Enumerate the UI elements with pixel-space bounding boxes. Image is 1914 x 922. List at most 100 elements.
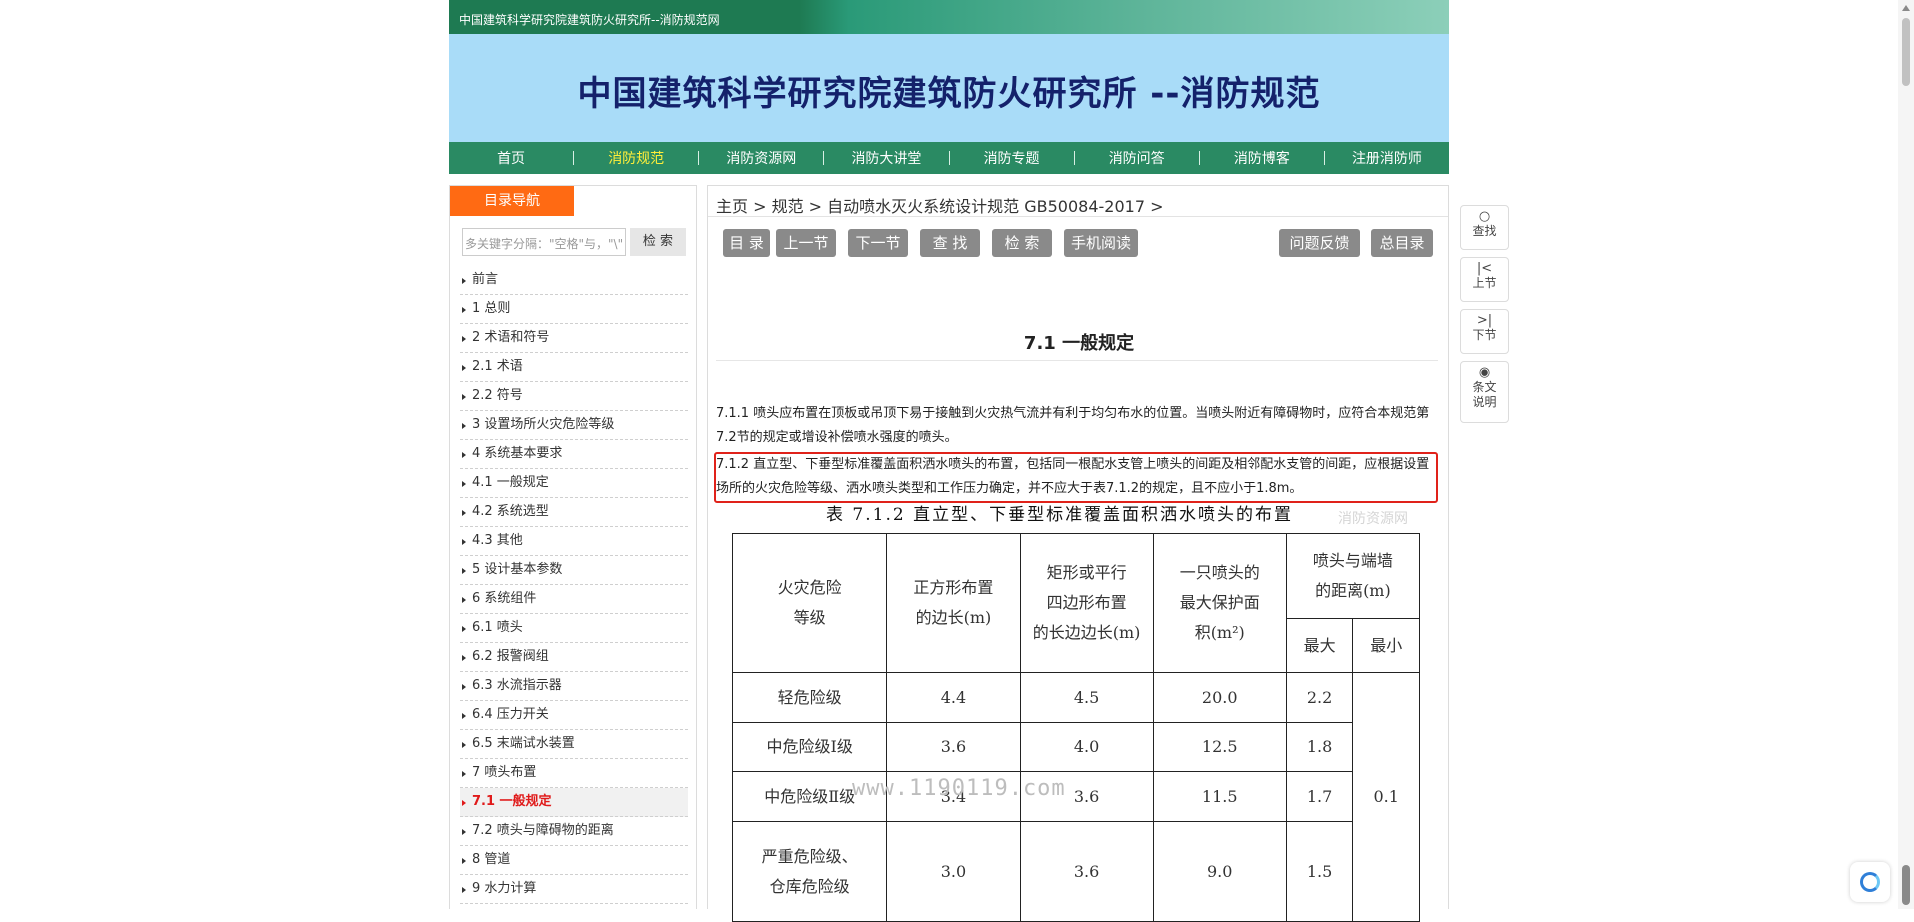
sidebar-item[interactable]: 6.1 喷头	[460, 614, 688, 643]
search-icon: ○	[1478, 209, 1491, 224]
sidebar: 目录导航 多关键字分隔："空格"与，"\" 检 索 前言 1 总则 2 术语和符…	[449, 185, 697, 909]
catalog-button[interactable]: 目 录	[723, 229, 770, 257]
sidebar-item[interactable]: 7 喷头布置	[460, 759, 688, 788]
scroll-up-arrow-icon[interactable]	[1902, 5, 1910, 11]
cell-area: 9.0	[1152, 821, 1287, 922]
next-section-button[interactable]: 下一节	[848, 229, 908, 257]
nav-item-topics[interactable]: 消防专题	[950, 148, 1074, 168]
floating-assistant-icon[interactable]	[1850, 862, 1890, 902]
sidebar-item[interactable]: 9 水力计算	[460, 875, 688, 904]
header-area: 一只喷头的 最大保护面 积(m²)	[1152, 533, 1287, 673]
sidebar-item[interactable]: 6.3 水流指示器	[460, 672, 688, 701]
header-wall-distance: 喷头与端墙 的距离(m)	[1285, 533, 1421, 619]
cell-square: 3.0	[886, 821, 1021, 922]
table-row: 严重危险级、 仓库危险级 3.0 3.6 9.0 1.5	[731, 821, 1420, 922]
all-catalog-button[interactable]: 总目录	[1371, 229, 1433, 257]
nav-item-fire-codes[interactable]: 消防规范	[574, 148, 698, 168]
sidebar-item[interactable]: 2.2 符号	[460, 382, 688, 411]
cell-square: 3.6	[886, 722, 1021, 772]
tool-find-label: 查找	[1472, 224, 1497, 238]
top-bar-title: 中国建筑科学研究院建筑防火研究所--消防规范网	[459, 13, 720, 27]
sidebar-menu: 前言 1 总则 2 术语和符号 2.1 术语 2.2 符号 3 设置场所火灾危险…	[460, 266, 688, 904]
table-row: 轻危险级 4.4 4.5 20.0 2.2 0.1	[731, 672, 1420, 922]
table-row: 中危险级Ⅰ级 3.6 4.0 12.5 1.8	[731, 722, 1420, 772]
cell-rect: 4.5	[1019, 672, 1154, 723]
breadcrumb-divider	[708, 216, 1448, 217]
sidebar-search-button[interactable]: 检 索	[630, 228, 686, 256]
sidebar-item[interactable]: 4.2 系统选型	[460, 498, 688, 527]
nav-item-blog[interactable]: 消防博客	[1200, 148, 1324, 168]
clause-highlight-box	[714, 452, 1438, 503]
section-title: 7.1 一般规定	[1023, 333, 1135, 354]
tool-prev-button[interactable]: |< 上节	[1460, 257, 1509, 302]
header-min: 最小	[1352, 618, 1420, 673]
sidebar-item[interactable]: 2 术语和符号	[460, 324, 688, 353]
watermark-url: www.1190119.com	[852, 776, 1066, 801]
sidebar-item[interactable]: 6.4 压力开关	[460, 701, 688, 730]
cell-square: 4.4	[886, 672, 1021, 723]
cell-rect: 4.0	[1019, 722, 1154, 772]
header-max: 最大	[1285, 618, 1354, 673]
content-panel: 主页 > 规范 > 自动喷水灭火系统设计规范 GB50084-2017 > 目 …	[707, 185, 1449, 922]
top-bar: 中国建筑科学研究院建筑防火研究所--消防规范网	[449, 0, 1449, 34]
nav-item-lectures[interactable]: 消防大讲堂	[824, 148, 948, 168]
tool-prev-label: 上节	[1472, 276, 1497, 290]
header-rect: 矩形或平行 四边形布置 的长边边长(m)	[1019, 533, 1154, 673]
find-button[interactable]: 查 找	[920, 229, 980, 257]
cell-area: 20.0	[1152, 672, 1287, 723]
sidebar-search-input[interactable]: 多关键字分隔："空格"与，"\"	[462, 228, 626, 256]
sidebar-item-active[interactable]: 7.1 一般规定	[460, 788, 688, 817]
cell-hazard: 轻危险级	[731, 672, 888, 723]
sidebar-item[interactable]: 8 管道	[460, 846, 688, 875]
sidebar-item[interactable]: 4.3 其他	[460, 527, 688, 556]
cell-rect: 3.6	[1019, 821, 1154, 922]
cell-hazard: 严重危险级、 仓库危险级	[731, 821, 888, 922]
mobile-read-button[interactable]: 手机阅读	[1064, 229, 1138, 257]
scrollbar-thumb[interactable]	[1902, 18, 1910, 86]
prev-section-button[interactable]: 上一节	[776, 229, 836, 257]
feedback-button[interactable]: 问题反馈	[1279, 229, 1360, 257]
cell-area: 11.5	[1152, 771, 1287, 822]
sidebar-item[interactable]: 6.2 报警阀组	[460, 643, 688, 672]
site-banner: 中国建筑科学研究院建筑防火研究所 --消防规范	[449, 34, 1449, 142]
prev-icon: |<	[1476, 261, 1493, 276]
cell-min: 0.1	[1352, 672, 1420, 922]
header-hazard: 火灾危险 等级	[731, 533, 888, 673]
scrollbar[interactable]	[1898, 0, 1914, 909]
breadcrumb[interactable]: 主页 > 规范 > 自动喷水灭火系统设计规范 GB50084-2017 >	[716, 193, 1164, 217]
sidebar-item[interactable]: 3 设置场所火灾危险等级	[460, 411, 688, 440]
nav-item-qa[interactable]: 消防问答	[1075, 148, 1199, 168]
search-button[interactable]: 检 索	[992, 229, 1052, 257]
scrollbar-thumb-secondary[interactable]	[1902, 865, 1910, 905]
nav-item-engineer[interactable]: 注册消防师	[1325, 148, 1449, 168]
sidebar-item[interactable]: 6.5 末端试水装置	[460, 730, 688, 759]
sidebar-item[interactable]: 5 设计基本参数	[460, 556, 688, 585]
watermark-text: 消防资源网	[1338, 511, 1408, 527]
sidebar-item[interactable]: 4.1 一般规定	[460, 469, 688, 498]
page-wrapper: 中国建筑科学研究院建筑防火研究所--消防规范网 中国建筑科学研究院建筑防火研究所…	[449, 0, 1449, 922]
sidebar-item[interactable]: 2.1 术语	[460, 353, 688, 382]
cell-max: 1.5	[1285, 821, 1354, 922]
eye-icon: ◉	[1478, 365, 1491, 380]
tool-explain-label: 条文 说明	[1472, 380, 1497, 409]
main-nav: 首页 消防规范 消防资源网 消防大讲堂 消防专题 消防问答 消防博客 注册消防师	[449, 142, 1449, 174]
cell-max: 1.8	[1285, 722, 1354, 772]
nav-item-home[interactable]: 首页	[449, 148, 573, 168]
sidebar-item[interactable]: 7.2 喷头与障碍物的距离	[460, 817, 688, 846]
sidebar-item[interactable]: 前言	[460, 266, 688, 295]
sprinkler-spacing-table: 火灾危险 等级 正方形布置 的边长(m) 矩形或平行 四边形布置 的长边边长(m…	[731, 533, 1421, 922]
tool-find-button[interactable]: ○ 查找	[1460, 205, 1509, 250]
sidebar-item[interactable]: 1 总则	[460, 295, 688, 324]
assistant-logo-icon	[1860, 872, 1880, 892]
sidebar-tab-catalog[interactable]: 目录导航	[450, 186, 574, 216]
nav-item-resources[interactable]: 消防资源网	[699, 148, 823, 168]
tool-next-label: 下节	[1472, 328, 1497, 342]
tool-next-button[interactable]: >| 下节	[1460, 309, 1509, 354]
cell-hazard: 中危险级Ⅰ级	[731, 722, 888, 772]
tool-explain-button[interactable]: ◉ 条文 说明	[1460, 361, 1509, 423]
sidebar-item[interactable]: 6 系统组件	[460, 585, 688, 614]
table-caption: 表 7.1.2 直立型、下垂型标准覆盖面积洒水喷头的布置	[826, 505, 1294, 525]
next-icon: >|	[1476, 313, 1493, 328]
section-divider	[716, 360, 1438, 361]
sidebar-item[interactable]: 4 系统基本要求	[460, 440, 688, 469]
